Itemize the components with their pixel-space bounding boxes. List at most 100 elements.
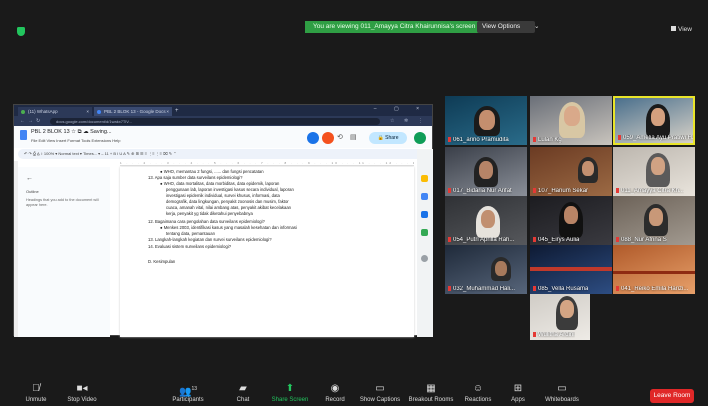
whiteboards-label: Whiteboards [545, 397, 579, 403]
participant-face [651, 108, 665, 126]
breakout-rooms-button[interactable]: ▦ Breakout Rooms [406, 376, 456, 406]
back-arrow-icon[interactable]: ← [20, 118, 25, 124]
participant-name: Lulan Kg [533, 136, 562, 143]
participant-tile[interactable]: 017_Bidaria Nur Arifat [445, 147, 527, 196]
stop-video-button[interactable]: ■◂ Stop Video [60, 376, 104, 406]
participant-face [582, 161, 594, 176]
outline-hint: Headings that you add to the document wi… [26, 198, 99, 207]
participant-tile[interactable]: 088_Nur Afrina S [613, 196, 695, 245]
whatsapp-icon [21, 109, 25, 114]
close-icon[interactable]: × [86, 107, 89, 116]
participant-tile[interactable]: Lulan Kg [530, 96, 612, 145]
participant-tile[interactable]: 054_Putri Aprilla Rah... [445, 196, 527, 245]
grid-view-icon [671, 26, 676, 31]
participants-icon: 👥13 [178, 386, 197, 398]
outline-back-icon[interactable]: ← [26, 175, 33, 182]
doc-paragraph[interactable]: penggunaan lab, laporan investigasi kasu… [166, 187, 294, 193]
star-icon[interactable]: ☆ [390, 118, 394, 124]
mic-muted-icon [616, 236, 619, 242]
show-captions-button[interactable]: ▭ Show Captions [356, 376, 404, 406]
view-label: View [678, 26, 692, 33]
docs-toolbar[interactable]: ↶ ↷ ⎙ A̲ ↕ 100% ▾ Normal text ▾ Times...… [18, 149, 426, 159]
participant-face [495, 261, 507, 276]
participant-tile[interactable]: 041_Reiko Emila Harizi... [613, 245, 695, 294]
breakout-rooms-label: Breakout Rooms [408, 397, 454, 403]
whiteboards-button[interactable]: ▭ Whiteboards [538, 376, 586, 406]
share-button[interactable]: 🔒 Share [369, 132, 407, 144]
share-screen-icon: ⬆ [285, 383, 295, 394]
doc-paragraph[interactable]: 12. Bagaimana cara pengolahan data surve… [148, 219, 265, 225]
comment-icon[interactable]: ▤ [350, 133, 357, 141]
collaborator-avatar-icon[interactable] [322, 132, 334, 144]
reactions-button[interactable]: ☺ Reactions [460, 376, 496, 406]
mic-muted-icon [448, 136, 451, 142]
outline-label: Outline [26, 189, 39, 194]
bridge-background [530, 267, 612, 271]
window-controls[interactable]: – ▢ × [374, 106, 427, 112]
account-avatar[interactable] [414, 132, 426, 144]
doc-paragraph[interactable]: tentang data, pemantauan [166, 231, 215, 237]
doc-paragraph[interactable]: 13. Apa saja sumber data surveilans epid… [148, 175, 243, 181]
participant-tile[interactable]: 085_Vella Rusama [530, 245, 612, 294]
participant-name-text: 061_arino Pramudita [453, 137, 509, 143]
participant-tile[interactable]: 045_Eirys Aulia [530, 196, 612, 245]
tasks-icon[interactable] [421, 193, 428, 200]
record-button[interactable]: ◉ Record [320, 376, 350, 406]
participant-tile[interactable]: 011_Amayya Citra Kh... [613, 147, 695, 196]
shared-screen: (11) WhatsApp × PBL 2 BLOK 13 - Google D… [13, 104, 433, 337]
doc-paragraph[interactable]: 13. Langkah-langkah kegiatan dan survei … [148, 237, 272, 243]
keep-icon[interactable] [421, 175, 428, 182]
participant-tile[interactable]: Wulitha Ardini [530, 294, 590, 340]
unmute-label: Unmute [25, 397, 47, 403]
doc-outline-panel: ← Outline Headings that you add to the d… [18, 167, 110, 337]
participant-face [479, 110, 495, 130]
doc-title[interactable]: PBL 2 BLOK 13 ☆ ⧉ ☁ Saving... [31, 129, 112, 136]
doc-paragraph[interactable]: ● Menkes 2003, identifikasi kasus yang m… [160, 225, 297, 231]
doc-paragraph[interactable]: investigasi epidemik individual, survei … [166, 193, 280, 199]
reload-icon[interactable]: ↻ [36, 118, 40, 124]
security-shield-icon[interactable] [17, 27, 25, 36]
participant-tile[interactable]: 061_arino Pramudita [445, 96, 527, 145]
doc-paragraph[interactable]: demografik, data lingkungan, penyakit zo… [166, 199, 289, 205]
browser-tab-docs[interactable]: PBL 2 BLOK 13 - Google Docs × [94, 107, 172, 116]
menu-dots-icon[interactable]: ⋮ [418, 118, 423, 124]
doc-page[interactable]: ● WHO, memantau 2 fungsi, ...... dan fun… [120, 167, 414, 337]
participants-label: Participants [172, 397, 204, 403]
doc-paragraph[interactable]: ● WHO, data mortalitas, data morbiditas,… [160, 181, 279, 187]
mic-muted-icon: 🎙̸ [32, 383, 40, 394]
leave-room-button[interactable]: Leave Room [650, 389, 694, 403]
doc-paragraph[interactable]: kerja, penyakit yg tidak diketahui penye… [166, 211, 253, 217]
view-options-button[interactable]: View Options ⌄ [477, 21, 539, 33]
extension-icon[interactable]: ✲ [404, 118, 408, 124]
doc-paragraph[interactable]: D. Kesimpulan [148, 259, 175, 265]
mic-muted-icon [448, 285, 451, 291]
share-screen-button[interactable]: ⬆ Share Screen [268, 376, 312, 406]
history-icon[interactable]: ⟲ [337, 133, 343, 141]
maps-icon[interactable] [421, 229, 428, 236]
participants-button[interactable]: 👥13 Participants [166, 376, 210, 406]
chat-button[interactable]: ▰ Chat [228, 376, 258, 406]
doc-paragraph[interactable]: ● WHO, memantau 2 fungsi, ...... dan fun… [160, 169, 264, 175]
participant-tile[interactable]: 032_Muhammad Hali... [445, 245, 527, 294]
participant-name-text: 041_Reiko Emila Harizi... [621, 286, 689, 292]
participant-name: 054_Putri Aprilla Rah... [448, 236, 514, 243]
contacts-icon[interactable] [421, 211, 428, 218]
add-addon-icon[interactable] [421, 255, 428, 262]
browser-tab-whatsapp[interactable]: (11) WhatsApp × [18, 107, 92, 116]
close-icon[interactable]: × [166, 107, 169, 116]
apps-button[interactable]: ⊞ Apps [504, 376, 532, 406]
docs-logo-icon[interactable] [20, 130, 27, 140]
doc-paragraph[interactable]: 14. Evaluasi sistem surveilans epidemiol… [148, 244, 231, 250]
doc-menu-bar[interactable]: File Edit View Insert Format Tools Exten… [31, 138, 120, 143]
participant-face [560, 300, 574, 318]
doc-paragraph[interactable]: cuaca, amanah vital, nilai ambang atas, … [166, 205, 291, 211]
forward-arrow-icon[interactable]: → [28, 118, 33, 124]
new-tab-button[interactable]: + [175, 107, 179, 116]
participant-tile[interactable]: 059_Amelia Ayu Pratiwi H... [613, 96, 695, 145]
participant-tile[interactable]: 107_Hanum Sekar [530, 147, 612, 196]
view-button[interactable]: View [671, 26, 692, 33]
address-field[interactable]: docs.google.com/document/d/1wakx7TlV... [50, 117, 380, 125]
unmute-button[interactable]: 🎙̸ Unmute [16, 376, 56, 406]
participant-name-text: 088_Nur Afrina S [621, 237, 667, 243]
meet-avatar-icon[interactable] [307, 132, 319, 144]
